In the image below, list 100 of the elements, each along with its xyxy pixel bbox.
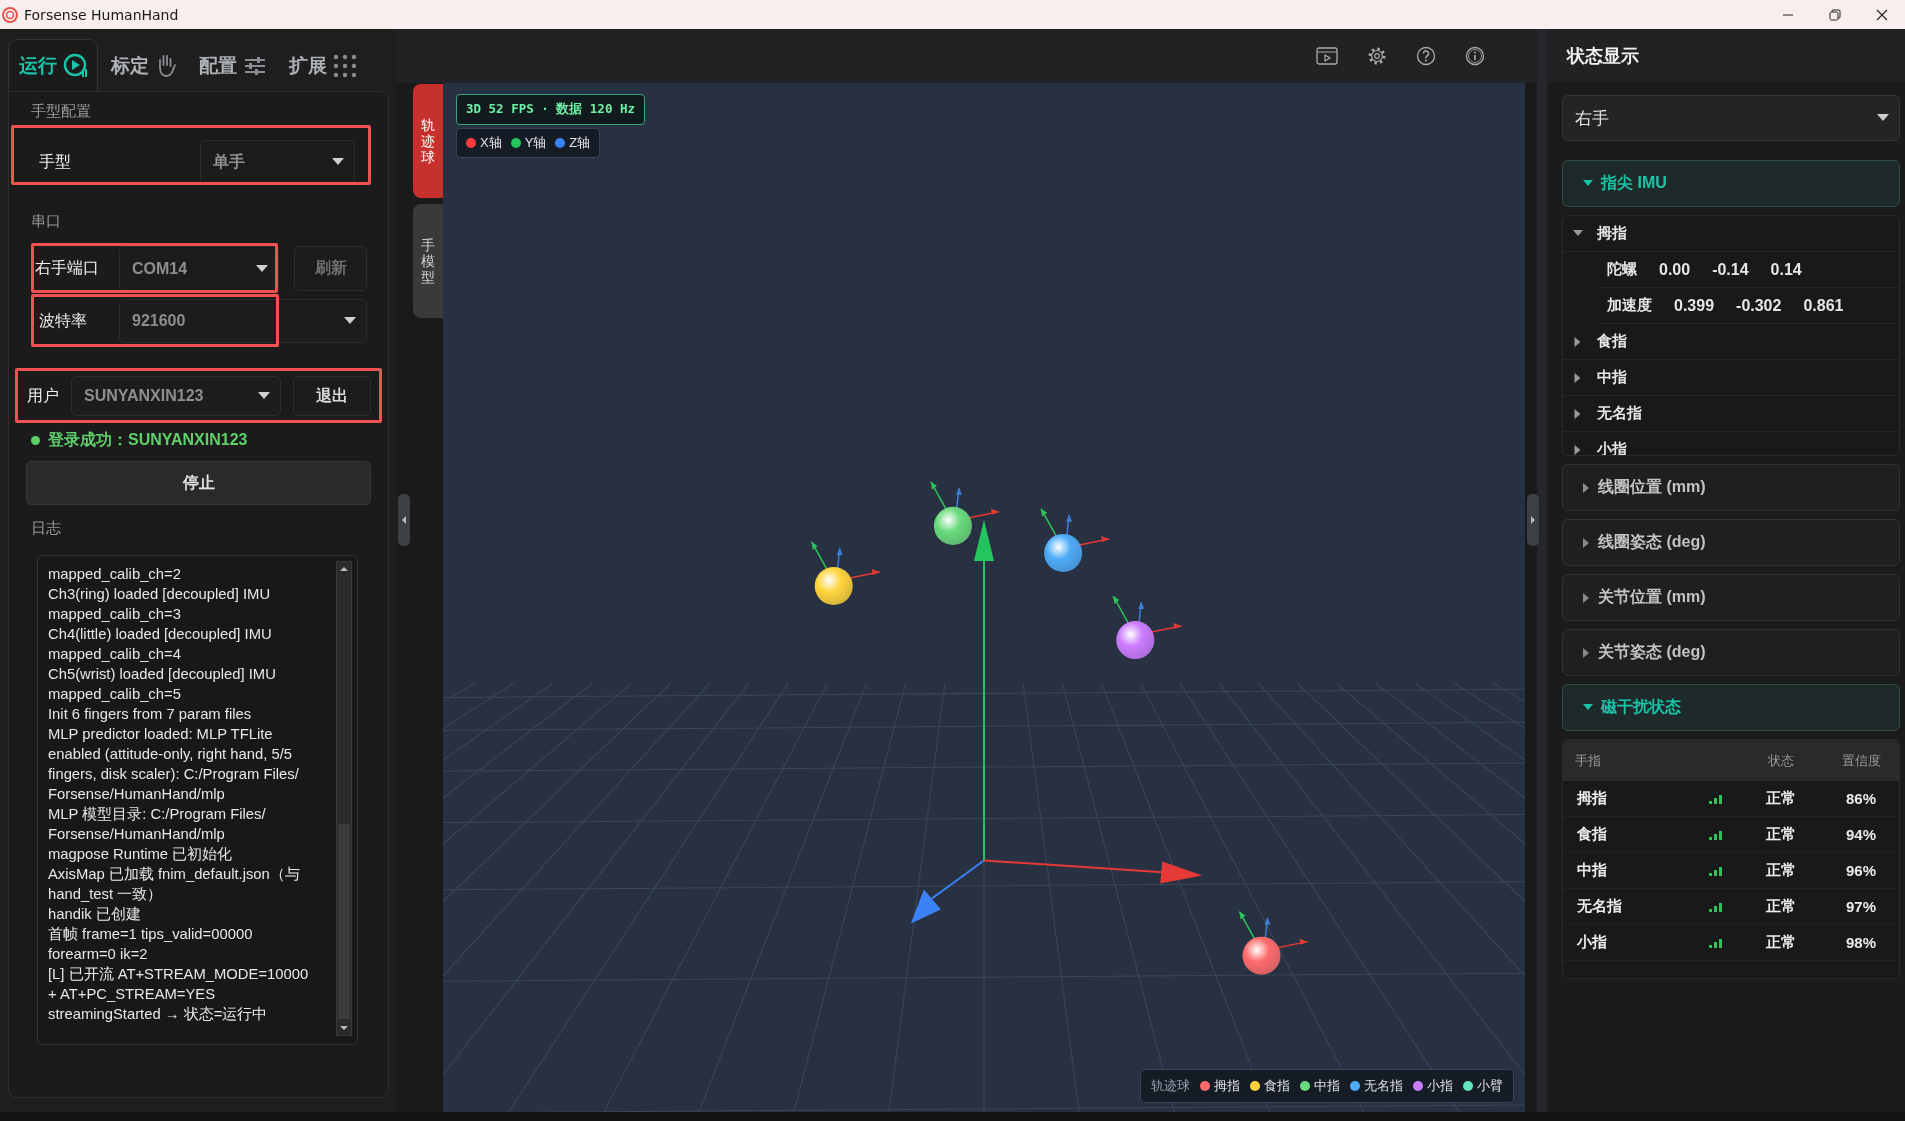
signal-icon: [1709, 901, 1722, 912]
panel-title: 状态显示: [1547, 29, 1905, 82]
table-cell-text: 86%: [1845, 790, 1877, 807]
scrollbar[interactable]: [336, 561, 352, 1036]
tracking-ball-drawing: [930, 481, 1000, 545]
legend-label: 小臂: [1477, 1077, 1503, 1095]
tracking-ball-drawing: [810, 541, 881, 605]
sliders-icon: [243, 54, 267, 77]
reading-value: 0.861: [1803, 296, 1844, 315]
signal-icon: [1709, 865, 1722, 876]
tree-item[interactable]: 食指: [1563, 324, 1899, 360]
scroll-down-icon[interactable]: [340, 1026, 348, 1030]
legend-title: 轨迹球: [1151, 1077, 1190, 1095]
table-cell-text: 94%: [1845, 826, 1877, 843]
nav-tab[interactable]: 运行: [8, 39, 98, 91]
section-header[interactable]: 关节位置 (mm): [1562, 574, 1900, 621]
reading-label: 加速度: [1607, 296, 1652, 315]
tree-item[interactable]: 中指: [1563, 360, 1899, 396]
help-icon[interactable]: [1416, 46, 1436, 66]
section-heading: 手型配置: [31, 102, 92, 121]
reading-value: -0.302: [1736, 296, 1782, 315]
column-header: 手指: [1575, 751, 1602, 770]
table-cell-text: 正常: [1765, 897, 1797, 916]
signal-icon: [1709, 829, 1722, 840]
info-icon[interactable]: [1465, 46, 1485, 66]
hand-dropdown[interactable]: 右手: [1562, 95, 1900, 141]
log-line: Forsense/HumanHand/mlp: [48, 825, 225, 844]
table-cell-text: 98%: [1845, 934, 1877, 951]
collapse-handle[interactable]: [398, 494, 410, 546]
field-label: 用户: [27, 385, 60, 406]
legend-label: 食指: [1264, 1077, 1290, 1095]
collapse-handle[interactable]: [1527, 494, 1539, 546]
log-line: MLP predictor loaded: MLP TFLite: [48, 725, 273, 744]
field-label: 手型: [39, 151, 72, 172]
legend-label: 无名指: [1364, 1077, 1403, 1095]
signal-icon: [1709, 937, 1722, 948]
caret-icon: [258, 392, 270, 400]
signal-icon: [1709, 793, 1722, 804]
field-label: 波特率: [39, 310, 88, 331]
log-line: [L] 已开流 AT+STREAM_MODE=10000: [48, 965, 309, 984]
log-line: Ch5(wrist) loaded [decoupled] IMU: [48, 665, 276, 684]
table-cell-text: 正常: [1765, 825, 1797, 844]
stop-button[interactable]: 停止: [26, 461, 371, 505]
tracking-ball-drawing: [1112, 595, 1183, 660]
table-cell-text: 正常: [1765, 861, 1797, 880]
section-header[interactable]: 关节姿态 (deg): [1562, 629, 1900, 676]
section-header[interactable]: 指尖 IMU: [1562, 160, 1900, 207]
screen-play-icon[interactable]: [1316, 47, 1338, 65]
section-header[interactable]: 磁干扰状态: [1562, 684, 1900, 731]
section-header[interactable]: 线圈姿态 (deg): [1562, 519, 1900, 566]
tree-item[interactable]: 拇指: [1563, 216, 1899, 252]
reading-label: 陀螺: [1607, 260, 1637, 279]
field-label: 右手端口: [35, 258, 100, 278]
reading-value: 0.00: [1659, 260, 1691, 279]
tree-item[interactable]: 无名指: [1563, 396, 1899, 432]
caret-icon: [344, 317, 356, 325]
legend-label: 拇指: [1214, 1077, 1240, 1095]
log-line: mapped_calib_ch=4: [48, 645, 181, 664]
log-line: Init 6 fingers from 7 param files: [48, 705, 252, 724]
column-header: 置信度: [1840, 751, 1882, 770]
legend-label: 中指: [1314, 1077, 1340, 1095]
user-dropdown[interactable]: SUNYANXIN123: [71, 376, 281, 416]
close-icon[interactable]: [1875, 8, 1888, 21]
table-cell-text: 97%: [1845, 898, 1877, 915]
view-tab[interactable]: 轨迹球: [413, 84, 443, 198]
table-cell-text: 正常: [1765, 789, 1797, 808]
reading-value: 0.399: [1674, 296, 1715, 315]
table-cell-text: 96%: [1845, 862, 1877, 879]
hand-type-dropdown[interactable]: 单手: [200, 140, 355, 184]
log-line: hand_test 一致）: [48, 885, 163, 904]
scroll-up-icon[interactable]: [340, 567, 348, 571]
window-title: Forsense HumanHand: [24, 6, 179, 23]
nav-tab[interactable]: 标定: [100, 39, 186, 91]
section-header[interactable]: 线圈位置 (mm): [1562, 464, 1900, 511]
legend-label: X轴: [480, 134, 502, 152]
reading-value: -0.14: [1712, 260, 1749, 279]
baud-rate-dropdown[interactable]: 921600: [119, 299, 367, 343]
grid-dots-icon: [333, 53, 357, 78]
section-heading: 串口: [31, 212, 62, 231]
login-status: 登录成功：SUNYANXIN123: [48, 430, 248, 450]
nav-tab[interactable]: 扩展: [278, 39, 366, 91]
log-line: + AT+PC_STREAM=YES: [48, 985, 216, 1004]
legend-label: 小指: [1427, 1077, 1453, 1095]
settings-icon[interactable]: [1367, 46, 1387, 66]
table-cell-text: 食指: [1576, 825, 1608, 844]
table-cell-text: 中指: [1576, 861, 1608, 880]
port-dropdown[interactable]: COM14: [119, 246, 279, 291]
log-line: mapped_calib_ch=2: [48, 565, 181, 584]
log-line: Ch4(little) loaded [decoupled] IMU: [48, 625, 272, 644]
log-line: Ch3(ring) loaded [decoupled] IMU: [48, 585, 271, 604]
log-line: Forsense/HumanHand/mlp: [48, 785, 225, 804]
view-tab[interactable]: 手模型: [413, 204, 443, 318]
column-header: 状态: [1767, 751, 1795, 770]
logout-button[interactable]: 退出: [293, 376, 371, 416]
log-line: forearm=0 ik=2: [48, 945, 148, 964]
caret-icon: [256, 264, 268, 273]
nav-tab[interactable]: 配置: [188, 39, 276, 91]
caret-icon: [332, 158, 344, 166]
restore-icon[interactable]: [1828, 8, 1841, 21]
log-line: mapped_calib_ch=3: [48, 605, 181, 624]
